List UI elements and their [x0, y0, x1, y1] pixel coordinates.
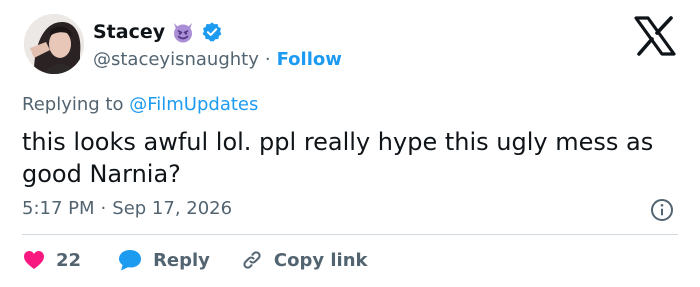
action-bar: 22 Reply Copy link [22, 248, 368, 272]
tweet-text: this looks awful lol. ppl really hype th… [22, 128, 654, 188]
timestamp-separator: · [100, 198, 107, 219]
heart-icon [24, 251, 44, 269]
author-name[interactable]: Stacey [93, 21, 165, 43]
avatar[interactable] [24, 14, 84, 74]
reply-context-mention[interactable]: @FilmUpdates [129, 94, 258, 115]
smiling-devil-icon [174, 23, 193, 43]
divider [22, 234, 678, 235]
reply-context-prefix: Replying to [22, 94, 124, 115]
like-count: 22 [56, 249, 82, 271]
tweet-timestamp[interactable]: 5:17 PM · Sep 17, 2026 [22, 198, 232, 219]
tweet-date[interactable]: Sep 17, 2026 [112, 198, 232, 219]
copy-link-label: Copy link [273, 249, 368, 271]
reply-context: Replying to @FilmUpdates [22, 94, 258, 115]
link-icon [243, 251, 261, 269]
avatar-photo [24, 14, 84, 74]
author-handle[interactable]: @staceyisnaughty [93, 49, 259, 70]
follow-button[interactable]: Follow [277, 49, 342, 70]
reply-bubble-icon [119, 250, 142, 271]
reply-label: Reply [153, 249, 210, 271]
like-button[interactable]: 22 [22, 248, 81, 272]
x-logo-icon[interactable] [634, 16, 676, 56]
reply-button[interactable]: Reply [117, 248, 210, 272]
info-icon[interactable] [650, 198, 674, 222]
tweet-time[interactable]: 5:17 PM [22, 198, 95, 219]
verified-badge-icon [202, 22, 222, 42]
handle-separator: · [264, 49, 271, 70]
copy-link-button[interactable]: Copy link [240, 248, 368, 272]
